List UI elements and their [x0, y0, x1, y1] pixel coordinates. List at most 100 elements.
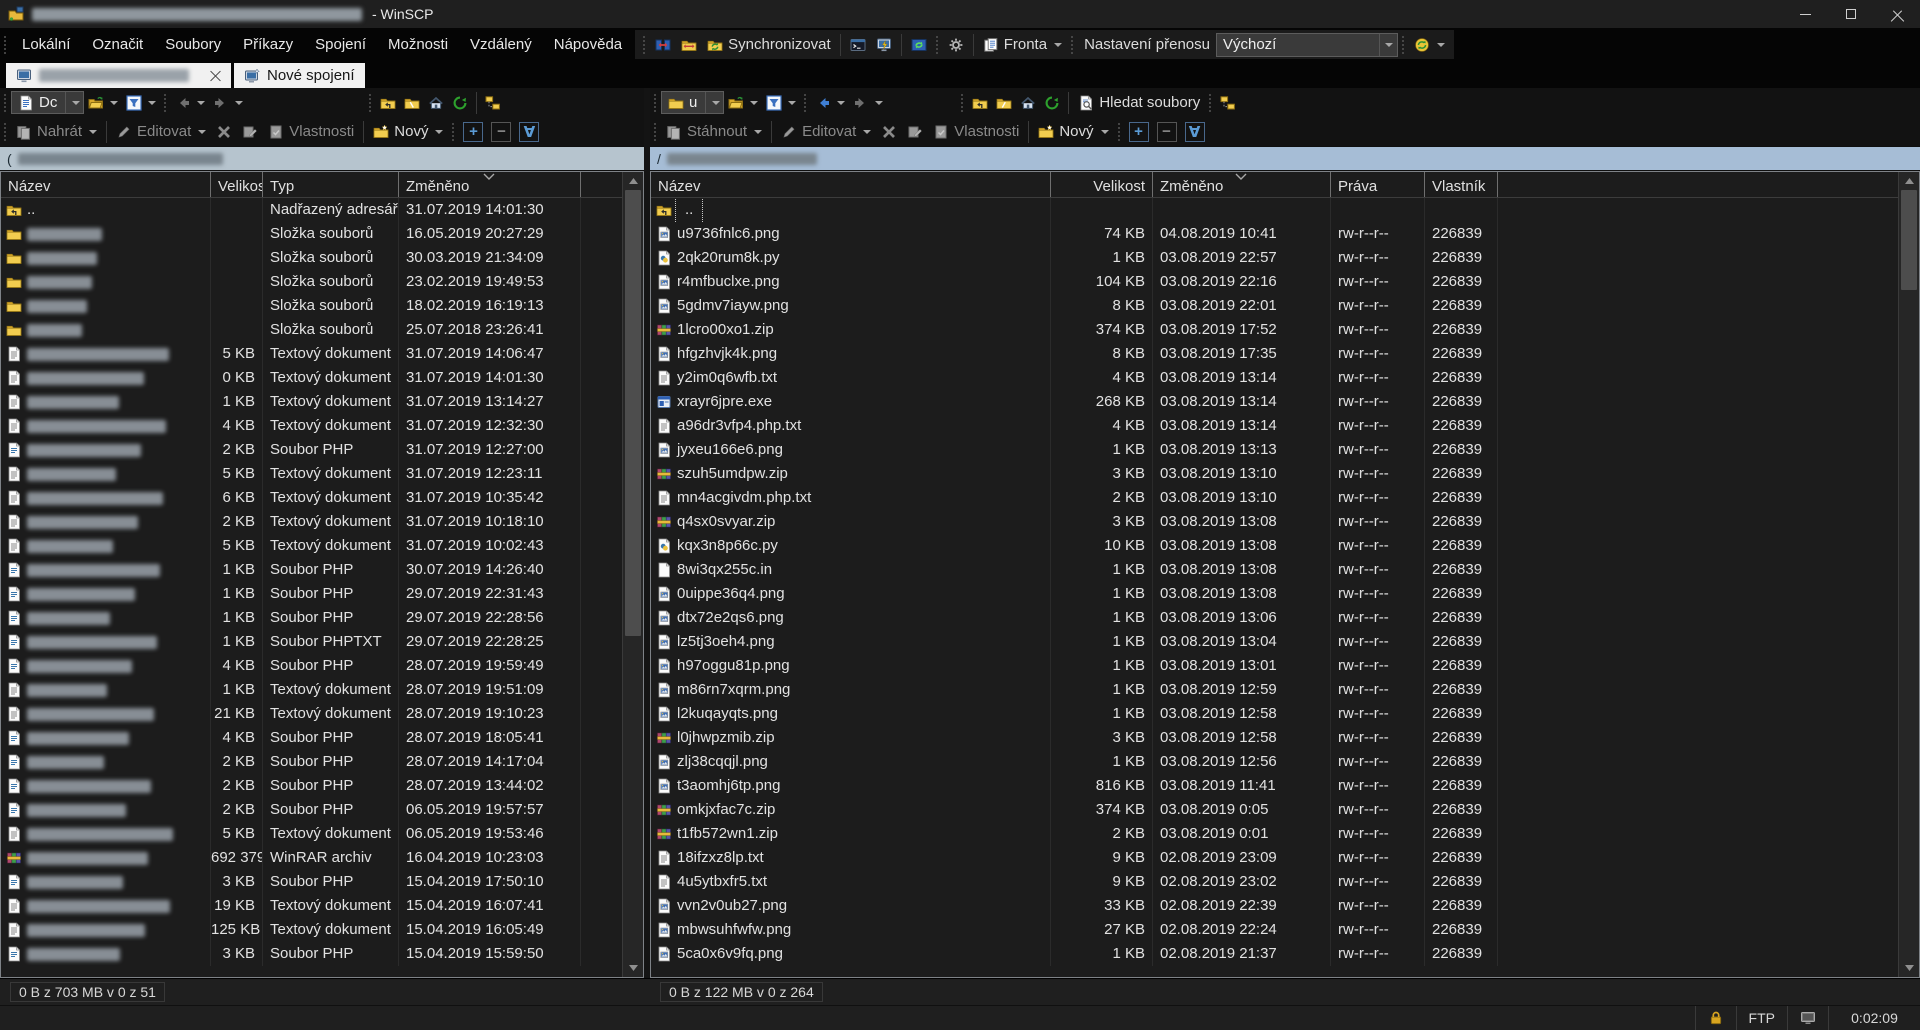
remote-tree-button[interactable] [1216, 90, 1240, 115]
local-file-row[interactable]: 4 KBTextový dokument31.07.2019 12:32:30 [1, 414, 622, 438]
remote-file-row[interactable]: 4u5ytbxfr5.txt9 KB02.08.2019 23:02rw-r--… [651, 870, 1898, 894]
remote-scrollbar[interactable] [1898, 172, 1919, 977]
remote-file-row[interactable]: l2kuqayqts.png1 KB03.08.2019 12:58rw-r--… [651, 702, 1898, 726]
local-file-row[interactable]: ..Nadřazený adresář31.07.2019 14:01:30 [1, 198, 622, 222]
menu-item-p-kazy[interactable]: Příkazy [232, 31, 304, 58]
local-file-row[interactable]: 5 KBTextový dokument31.07.2019 10:02:43 [1, 534, 622, 558]
local-file-row[interactable]: 3 KBSoubor PHP15.04.2019 15:59:50 [1, 942, 622, 966]
local-drive-dropdown[interactable]: Dc [11, 91, 84, 114]
local-parent-directory-button[interactable] [376, 90, 400, 115]
remote-file-row[interactable]: mbwsuhfwfw.png27 KB02.08.2019 22:24rw-r-… [651, 918, 1898, 942]
remote-file-row[interactable]: y2im0q6wfb.txt4 KB03.08.2019 13:14rw-r--… [651, 366, 1898, 390]
remote-file-row[interactable]: t3aomhj6tp.png816 KB03.08.2019 11:41rw-r… [651, 774, 1898, 798]
open-terminal-button[interactable] [871, 32, 897, 57]
toolbar-grip[interactable] [451, 122, 456, 142]
toolbar-grip[interactable] [1401, 35, 1406, 55]
toolbar-grip[interactable] [960, 93, 965, 113]
remote-file-row[interactable]: jyxeu166e6.png1 KB03.08.2019 13:13rw-r--… [651, 438, 1898, 462]
protocol-indicator[interactable]: FTP [1736, 1006, 1787, 1030]
local-file-row[interactable]: 3 KBSoubor PHP15.04.2019 17:50:10 [1, 870, 622, 894]
remote-refresh-button[interactable] [1040, 90, 1064, 115]
local-file-row[interactable]: 4 KBSoubor PHP28.07.2019 18:05:41 [1, 726, 622, 750]
remote-select-button[interactable]: + [1125, 119, 1153, 144]
remote-file-row[interactable]: 1lcro00xo1.zip374 KB03.08.2019 17:52rw-r… [651, 318, 1898, 342]
find-files-button[interactable]: Hledat soubory [1073, 90, 1205, 115]
local-file-row[interactable]: 1 KBTextový dokument28.07.2019 19:51:09 [1, 678, 622, 702]
session-tab[interactable] [6, 63, 231, 88]
remote-forward-button[interactable] [849, 90, 887, 115]
remote-new-button[interactable]: Nový [1033, 119, 1113, 144]
download-button[interactable]: Stáhnout [661, 119, 767, 144]
close-tab-icon[interactable] [210, 70, 221, 81]
remote-file-row[interactable]: q4sx0svyar.zip3 KB03.08.2019 13:08rw-r--… [651, 510, 1898, 534]
remote-file-row[interactable]: zlj38cqqjl.png1 KB03.08.2019 12:56rw-r--… [651, 750, 1898, 774]
toolbar-grip[interactable] [935, 35, 940, 55]
remote-file-row[interactable]: 5gdmv7iayw.png8 KB03.08.2019 22:01rw-r--… [651, 294, 1898, 318]
transfer-mode-button[interactable] [1409, 32, 1450, 57]
local-file-row[interactable]: 1 KBSoubor PHP30.07.2019 14:26:40 [1, 558, 622, 582]
remote-file-row[interactable]: 5ca0x6v9fq.png1 KB02.08.2019 21:37rw-r--… [651, 942, 1898, 966]
remote-file-row[interactable]: 18ifzxz8lp.txt9 KB02.08.2019 23:09rw-r--… [651, 846, 1898, 870]
remote-root-directory-button[interactable] [992, 90, 1016, 115]
local-file-row[interactable]: 1 KBSoubor PHP29.07.2019 22:28:56 [1, 606, 622, 630]
remote-file-row[interactable]: r4mfbuclxe.png104 KB03.08.2019 22:16rw-r… [651, 270, 1898, 294]
menu-item-spojen-[interactable]: Spojení [304, 31, 377, 58]
local-file-row[interactable]: 5 KBTextový dokument31.07.2019 12:23:11 [1, 462, 622, 486]
local-file-row[interactable]: 692 379 ...WinRAR archiv16.04.2019 10:23… [1, 846, 622, 870]
menu-item-n-pov-da[interactable]: Nápověda [543, 31, 633, 58]
remote-properties-button[interactable]: Vlastnosti [928, 119, 1024, 144]
encryption-indicator[interactable] [1695, 1006, 1736, 1030]
remote-file-row[interactable]: h97oggu81p.png1 KB03.08.2019 13:01rw-r--… [651, 654, 1898, 678]
remote-open-directory-button[interactable] [724, 90, 762, 115]
menu-item-lok-ln-[interactable]: Lokální [11, 31, 81, 58]
remote-file-row[interactable]: vvn2v0ub27.png33 KB02.08.2019 22:39rw-r-… [651, 894, 1898, 918]
remote-directory-dropdown[interactable]: u [661, 91, 724, 114]
remote-filter-button[interactable] [762, 90, 800, 115]
remote-unselect-button[interactable]: − [1153, 119, 1181, 144]
remote-file-row[interactable]: dtx72e2qs6.png1 KB03.08.2019 13:06rw-r--… [651, 606, 1898, 630]
column-header-typ[interactable]: Typ [263, 172, 399, 197]
local-rename-button[interactable] [237, 119, 263, 144]
local-file-row[interactable]: 5 KBTextový dokument31.07.2019 14:06:47 [1, 342, 622, 366]
menu-item-ozna-it[interactable]: Označit [81, 31, 154, 58]
scroll-thumb[interactable] [1901, 190, 1917, 290]
local-file-row[interactable]: 125 KBTextový dokument15.04.2019 16:05:4… [1, 918, 622, 942]
local-file-row[interactable]: 2 KBTextový dokument31.07.2019 10:18:10 [1, 510, 622, 534]
column-header-zm-n-no[interactable]: Změněno [1153, 172, 1331, 197]
local-file-row[interactable]: Složka souborů16.05.2019 20:27:29 [1, 222, 622, 246]
upload-button[interactable]: Nahrát [11, 119, 102, 144]
local-file-row[interactable]: 1 KBSoubor PHP29.07.2019 22:31:43 [1, 582, 622, 606]
transfer-preset-dropdown[interactable]: Výchozí [1216, 33, 1398, 57]
local-file-row[interactable]: 1 KBSoubor PHPTXT29.07.2019 22:28:25 [1, 630, 622, 654]
remote-file-row[interactable]: 0uippe36q4.png1 KB03.08.2019 13:08rw-r--… [651, 582, 1898, 606]
local-refresh-button[interactable] [448, 90, 472, 115]
local-file-row[interactable]: 2 KBSoubor PHP06.05.2019 19:57:57 [1, 798, 622, 822]
remote-file-row[interactable]: u9736fnlc6.png74 KB04.08.2019 10:41rw-r-… [651, 222, 1898, 246]
remote-path-bar[interactable]: / [650, 147, 1920, 170]
local-file-row[interactable]: 19 KBTextový dokument15.04.2019 16:07:41 [1, 894, 622, 918]
toolbar-grip[interactable] [1117, 122, 1122, 142]
remote-file-row[interactable]: xrayr6jpre.exe268 KB03.08.2019 13:14rw-r… [651, 390, 1898, 414]
local-file-row[interactable]: Složka souborů18.02.2019 16:19:13 [1, 294, 622, 318]
open-console-button[interactable] [845, 32, 871, 57]
scroll-down-icon[interactable] [1899, 959, 1919, 977]
scroll-thumb[interactable] [625, 190, 641, 636]
local-unselect-button[interactable]: − [487, 119, 515, 144]
local-home-directory-button[interactable] [424, 90, 448, 115]
local-root-directory-button[interactable] [400, 90, 424, 115]
menu-item-vzd-len-[interactable]: Vzdálený [459, 31, 543, 58]
column-header-vlastn-k[interactable]: Vlastník [1425, 172, 1498, 197]
local-invert-selection-button[interactable]: ∀ [515, 119, 543, 144]
local-back-button[interactable] [171, 90, 209, 115]
toolbar-grip[interactable] [642, 35, 647, 55]
toolbar-grip[interactable] [163, 93, 168, 113]
column-header-velikost[interactable]: Velikost [1051, 172, 1153, 197]
column-header-n-zev[interactable]: Název [651, 172, 1051, 197]
menu-item-soubory[interactable]: Soubory [154, 31, 232, 58]
new-session-tab[interactable]: Nové spojení [234, 63, 365, 88]
synchronize-button[interactable]: Synchronizovat [702, 32, 836, 57]
toolbar-grip[interactable] [1070, 35, 1075, 55]
column-header-zm-n-no[interactable]: Změněno [399, 172, 581, 197]
synchronize-browsing-button[interactable] [676, 32, 702, 57]
local-file-row[interactable]: Složka souborů25.07.2018 23:26:41 [1, 318, 622, 342]
